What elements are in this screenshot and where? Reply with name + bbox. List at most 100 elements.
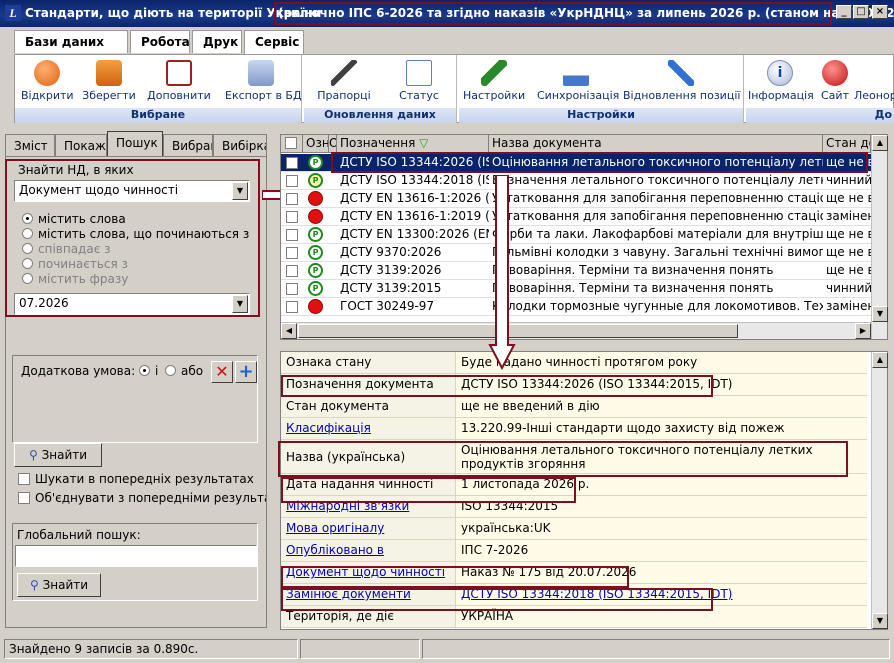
detail-value[interactable]: ДСТУ ISO 13344:2018 (ISO 13344:2015, IDT… <box>461 587 732 601</box>
detail-row: Міжнародні зв'язки ISO 13344:2015 <box>281 496 867 518</box>
header-sign[interactable]: Озн <box>303 135 329 153</box>
add-condition-button[interactable]: + <box>235 361 257 383</box>
detail-row: Документ щодо чинності Наказ № 175 від 20… <box>281 562 867 584</box>
row-checkbox[interactable] <box>286 301 298 313</box>
detail-label[interactable]: Замінює документи <box>286 587 411 601</box>
row-checkbox[interactable] <box>286 247 298 259</box>
global-search-input[interactable] <box>15 545 257 567</box>
tab-databases[interactable]: Бази даних (БД) <box>14 30 128 71</box>
tab-work[interactable]: Робота <box>130 30 190 53</box>
search-value-select[interactable]: 07.2026 ▼ <box>14 293 250 315</box>
chevron-down-icon[interactable]: ▼ <box>232 182 248 200</box>
cell-state: ще не вв <box>826 227 871 241</box>
header-check[interactable] <box>281 135 303 153</box>
tab-service[interactable]: Сервіс <box>244 30 304 55</box>
row-checkbox[interactable] <box>286 157 298 169</box>
cell-state: ще не вв <box>826 245 871 259</box>
tab-index[interactable]: Покажчи <box>55 134 107 157</box>
header-state[interactable]: Стан до <box>823 135 871 153</box>
detail-vscrollbar[interactable]: ▲ ▼ <box>871 352 888 629</box>
title-bar: L Стандарти, що діють на території Украї… <box>0 0 894 27</box>
check-merge-previous[interactable]: Об'єднувати з попередніми результатами <box>18 491 266 505</box>
scroll-right-button[interactable]: ▶ <box>855 323 871 339</box>
row-checkbox[interactable] <box>286 211 298 223</box>
grid-vscrollbar[interactable]: ▲ ▼ <box>871 135 888 339</box>
global-find-button[interactable]: ⚲ Знайти <box>17 573 101 597</box>
close-button[interactable]: × <box>872 5 888 19</box>
scroll-down-button[interactable]: ▼ <box>872 306 888 322</box>
scroll-down-button[interactable]: ▼ <box>872 613 888 629</box>
tab-selection[interactable]: Вибірка <box>213 134 267 157</box>
detail-label[interactable]: Класифікація <box>286 421 371 435</box>
remove-condition-button[interactable]: ✕ <box>211 361 233 383</box>
radio-or[interactable]: або <box>165 364 203 378</box>
row-checkbox[interactable] <box>286 193 298 205</box>
scroll-up-button[interactable]: ▲ <box>872 135 888 151</box>
tab-print[interactable]: Друк <box>192 30 242 53</box>
radio-indicator <box>139 365 150 376</box>
row-checkbox[interactable] <box>286 229 298 241</box>
leonor-button[interactable]: Леонор <box>854 60 894 102</box>
flags-button[interactable]: Прапорці <box>314 60 374 102</box>
save-button[interactable]: Зберегти <box>79 60 139 102</box>
table-row[interactable]: P ДСТУ 3139:2015 Пивоваріння. Терміни та в… <box>281 280 871 298</box>
radio-words-starting[interactable]: містить слова, що починаються з <box>22 227 249 241</box>
minimize-button[interactable]: _ <box>836 5 852 19</box>
cell-name: Оцінювання летального токсичного потенці… <box>492 155 823 169</box>
radio-and[interactable]: і <box>139 364 158 378</box>
select-all-checkbox[interactable] <box>285 137 297 149</box>
detail-label[interactable]: Опубліковано в <box>286 543 384 557</box>
tab-search[interactable]: Пошук <box>107 131 163 157</box>
header-code[interactable]: Позначення ▽ <box>337 135 489 153</box>
status-button[interactable]: Статус <box>394 60 444 102</box>
table-row[interactable]: ДСТУ EN 13616-1:2019 (EI Устатковання для… <box>281 208 871 226</box>
chevron-down-icon[interactable]: ▼ <box>232 295 248 313</box>
detail-label[interactable]: Міжнародні зв'язки <box>286 499 409 513</box>
sync-button[interactable]: Синхронізація <box>537 60 619 102</box>
table-row[interactable]: ДСТУ EN 13616-1:2026 (EI Устатковання для… <box>281 190 871 208</box>
radio-matches[interactable]: співпадає з <box>22 242 110 256</box>
restore-position-button[interactable]: Відновлення позиції <box>623 60 740 102</box>
row-checkbox[interactable] <box>286 175 298 187</box>
table-row[interactable]: P ДСТУ 9370:2026 Гальмівні колодки з чавун… <box>281 244 871 262</box>
detail-row: Замінює документи ДСТУ ISO 13344:2018 (IS… <box>281 584 867 606</box>
table-row[interactable]: P ДСТУ ISO 13344:2026 (ISO Оцінювання лета… <box>281 154 871 172</box>
header-o[interactable]: О <box>329 135 337 153</box>
detail-row: Позначення документа ДСТУ ISO 13344:2026 … <box>281 374 867 396</box>
status-pending-icon: P <box>308 263 323 278</box>
radio-starts-with[interactable]: починається з <box>22 257 128 271</box>
detail-label[interactable]: Мова оригіналу <box>286 521 384 535</box>
export-db-button[interactable]: Експорт в БД <box>225 60 302 102</box>
row-checkbox[interactable] <box>286 283 298 295</box>
detail-row: Класифікація 13.220.99-Інші стандарти щод… <box>281 418 867 440</box>
hscroll-thumb[interactable] <box>298 324 738 338</box>
tab-contents[interactable]: Зміст <box>5 134 55 157</box>
check-search-previous[interactable]: Шукати в попередніх результатах <box>18 472 254 486</box>
cell-code: ДСТУ 9370:2026 <box>340 245 442 259</box>
add-button[interactable]: Доповнити <box>145 60 213 102</box>
detail-value: ще не введений в дію <box>461 399 600 413</box>
detail-row: Стан документа ще не введений в дію <box>281 396 867 418</box>
results-grid: Озн О Позначення ▽ Назва документа Стан … <box>280 134 888 340</box>
header-name[interactable]: Назва документа <box>489 135 823 153</box>
detail-label[interactable]: Документ щодо чинності <box>286 565 445 579</box>
site-button[interactable]: Сайт <box>818 60 852 102</box>
radio-phrase[interactable]: містить фразу <box>22 272 128 286</box>
find-button[interactable]: ⚲ Знайти <box>14 443 102 467</box>
table-row[interactable]: ГОСТ 30249-97 Колодки тормозные чугунные … <box>281 298 871 316</box>
tab-favorites[interactable]: Вибране <box>163 134 213 157</box>
row-checkbox[interactable] <box>286 265 298 277</box>
info-button[interactable]: i Інформація <box>748 60 814 102</box>
radio-contains-words[interactable]: містить слова <box>22 212 126 226</box>
table-row[interactable]: P ДСТУ 3139:2026 Пивоваріння. Терміни та в… <box>281 262 871 280</box>
settings-button[interactable]: Настройки <box>463 60 525 102</box>
grid-hscrollbar[interactable]: ◀ ▶ <box>281 322 871 339</box>
scroll-left-button[interactable]: ◀ <box>281 323 297 339</box>
close-icon: ✕ <box>215 362 229 381</box>
open-button[interactable]: Відкрити <box>21 60 74 102</box>
table-row[interactable]: P ДСТУ ISO 13344:2018 (ISO Визначення лета… <box>281 172 871 190</box>
maximize-button[interactable]: □ <box>853 5 869 19</box>
table-row[interactable]: P ДСТУ EN 13300:2026 (EN Фарби та лаки. Ла… <box>281 226 871 244</box>
scroll-up-button[interactable]: ▲ <box>872 352 888 368</box>
search-field-select[interactable]: Документ щодо чинності ▼ <box>14 180 250 202</box>
